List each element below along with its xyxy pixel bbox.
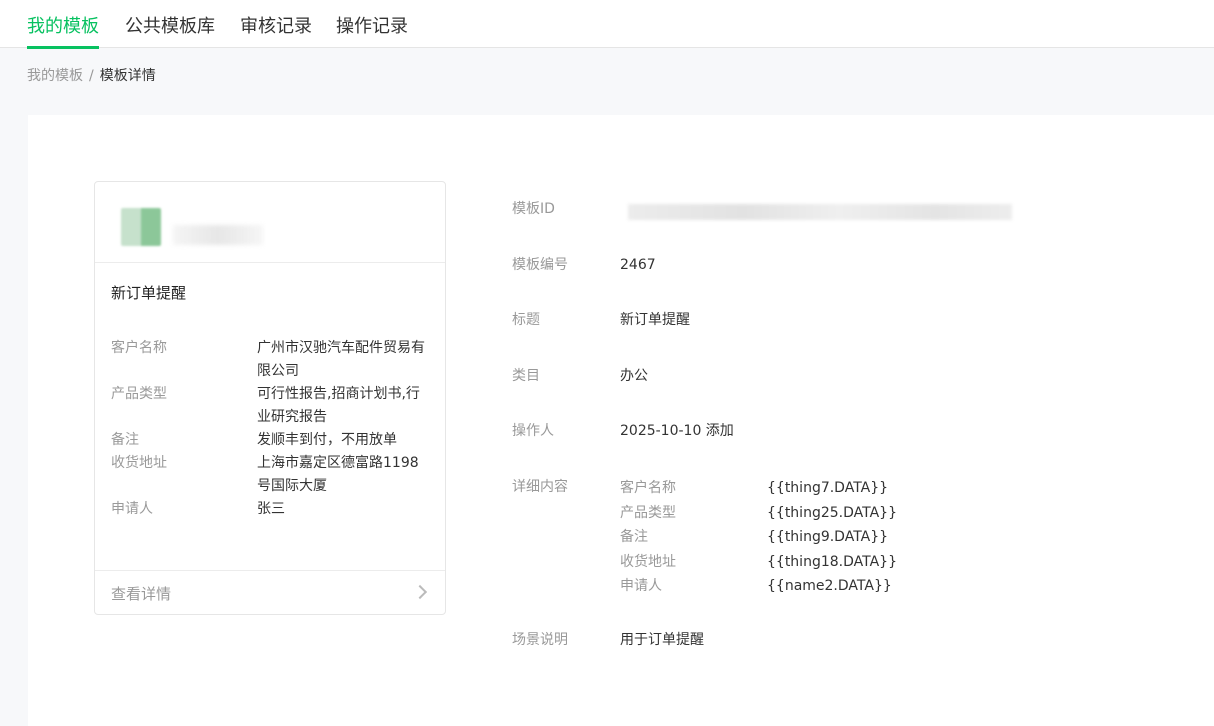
breadcrumb-separator: /	[89, 68, 94, 84]
card-field-row: 收货地址 上海市嘉定区德富路1198号国际大厦	[111, 452, 431, 498]
card-field-row: 申请人 张三	[111, 498, 431, 521]
top-tab-bar: 我的模板 公共模板库 审核记录 操作记录	[0, 0, 1214, 49]
card-field-value: 发顺丰到付，不用放单	[257, 432, 397, 448]
card-field-row: 产品类型 可行性报告,招商计划书,行业研究报告	[111, 383, 431, 429]
card-field-value: 可行性报告,招商计划书,行业研究报告	[257, 386, 420, 425]
content-field-label: 备注	[620, 529, 648, 546]
content-field-value: {{name2.DATA}}	[767, 578, 892, 595]
card-field-label: 收货地址	[111, 455, 167, 471]
operator-label: 操作人	[512, 423, 554, 439]
card-field-label: 客户名称	[111, 340, 167, 356]
operator-value: 2025-10-10 添加	[620, 423, 734, 439]
card-field-label: 申请人	[111, 501, 153, 517]
card-field-label: 产品类型	[111, 386, 167, 402]
content-field-list: 客户名称 {{thing7.DATA}} 产品类型 {{thing25.DATA…	[620, 476, 1020, 599]
view-details-link[interactable]: 查看详情	[111, 583, 171, 604]
template-detail-panel: 新订单提醒 客户名称 广州市汉驰汽车配件贸易有限公司 产品类型 可行性报告,招商…	[28, 115, 1214, 726]
breadcrumb: 我的模板 / 模板详情	[27, 66, 156, 86]
content-field-label: 产品类型	[620, 504, 676, 521]
template-preview-card: 新订单提醒 客户名称 广州市汉驰汽车配件贸易有限公司 产品类型 可行性报告,招商…	[94, 181, 446, 615]
content-field-row: 申请人 {{name2.DATA}}	[620, 574, 1020, 599]
content-field-label: 申请人	[620, 578, 662, 595]
title-label: 标题	[512, 312, 540, 328]
content-field-value: {{thing18.DATA}}	[767, 553, 897, 570]
account-name-redacted	[173, 225, 263, 245]
tab-operation-records[interactable]: 操作记录	[336, 14, 408, 48]
tab-my-templates[interactable]: 我的模板	[27, 14, 99, 49]
category-label: 类目	[512, 368, 540, 384]
chevron-right-icon	[412, 584, 428, 600]
card-field-list: 客户名称 广州市汉驰汽车配件贸易有限公司 产品类型 可行性报告,招商计划书,行业…	[111, 337, 431, 521]
view-details-row[interactable]: 查看详情	[95, 570, 445, 614]
breadcrumb-parent[interactable]: 我的模板	[27, 68, 83, 84]
card-field-label: 备注	[111, 432, 139, 448]
card-title: 新订单提醒	[111, 284, 187, 302]
content-field-value: {{thing25.DATA}}	[767, 504, 897, 521]
content-field-value: {{thing7.DATA}}	[767, 480, 889, 496]
card-field-value: 上海市嘉定区德富路1198号国际大厦	[257, 455, 419, 494]
tab-public-library[interactable]: 公共模板库	[125, 14, 215, 48]
scene-label: 场景说明	[512, 632, 568, 648]
card-header	[95, 182, 445, 263]
breadcrumb-current: 模板详情	[99, 68, 156, 84]
title-value: 新订单提醒	[620, 312, 690, 328]
category-value: 办公	[620, 368, 648, 384]
tab-review-records[interactable]: 审核记录	[240, 14, 312, 48]
template-number-label: 模板编号	[512, 257, 568, 273]
scene-value: 用于订单提醒	[620, 632, 704, 648]
content-field-row: 产品类型 {{thing25.DATA}}	[620, 501, 1020, 526]
content-field-row: 收货地址 {{thing18.DATA}}	[620, 550, 1020, 575]
content-field-label: 收货地址	[620, 553, 676, 570]
content-field-label: 客户名称	[620, 480, 676, 496]
content-field-row: 客户名称 {{thing7.DATA}}	[620, 476, 1020, 501]
content-label: 详细内容	[512, 479, 568, 495]
content-field-row: 备注 {{thing9.DATA}}	[620, 525, 1020, 550]
card-field-row: 客户名称 广州市汉驰汽车配件贸易有限公司	[111, 337, 431, 383]
content-field-value: {{thing9.DATA}}	[767, 529, 889, 546]
card-field-value: 张三	[257, 501, 285, 517]
card-field-value: 广州市汉驰汽车配件贸易有限公司	[257, 340, 425, 379]
template-id-redacted	[628, 204, 1012, 220]
account-avatar	[121, 208, 161, 246]
template-number-value: 2467	[620, 257, 656, 273]
card-field-row: 备注 发顺丰到付，不用放单	[111, 429, 431, 452]
template-id-label: 模板ID	[512, 201, 555, 217]
